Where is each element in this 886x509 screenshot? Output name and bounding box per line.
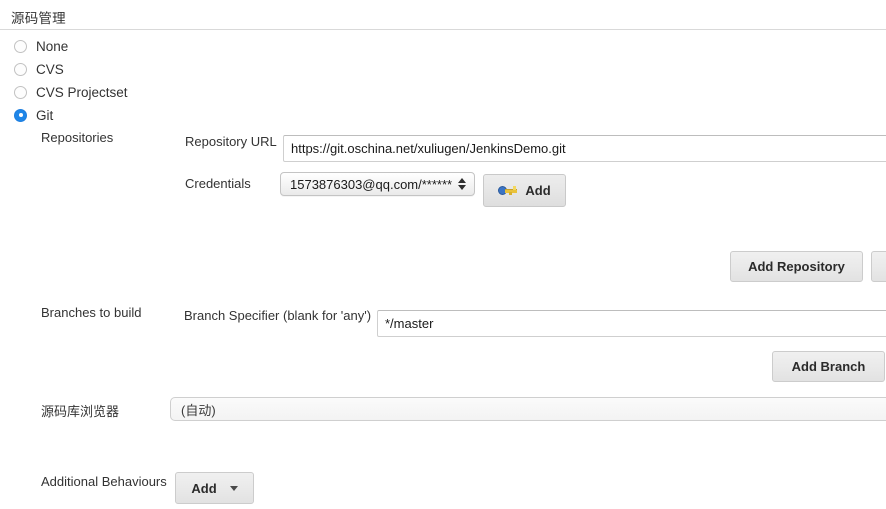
scm-option-cvs[interactable]: CVS (14, 59, 64, 79)
radio-cvs[interactable] (14, 62, 27, 76)
stepper-icon[interactable] (453, 173, 474, 195)
secondary-repository-button[interactable] (871, 251, 886, 282)
branch-specifier-input[interactable] (377, 310, 886, 337)
scm-option-cvs-projectset[interactable]: CVS Projectset (14, 82, 128, 102)
add-credentials-button[interactable]: Add (483, 174, 566, 207)
key-icon (498, 185, 518, 197)
repository-url-input[interactable] (283, 135, 886, 162)
add-repository-button[interactable]: Add Repository (730, 251, 863, 282)
credentials-select-value: 1573876303@qq.com/****** (290, 176, 453, 192)
scm-option-cvs-label: CVS (36, 61, 64, 77)
additional-behaviours-add-button[interactable]: Add (175, 472, 254, 504)
branch-specifier-label: Branch Specifier (blank for 'any') (184, 308, 372, 323)
add-credentials-button-label: Add (525, 183, 551, 198)
radio-cvs-projectset[interactable] (14, 85, 27, 99)
additional-behaviours-add-label: Add (191, 480, 217, 496)
credentials-select[interactable]: 1573876303@qq.com/****** (280, 172, 475, 196)
scm-option-cvs-projectset-label: CVS Projectset (36, 84, 128, 100)
repositories-label: Repositories (41, 130, 114, 145)
scm-option-git-label: Git (36, 107, 54, 123)
page-title: 源码管理 (11, 11, 66, 26)
scm-option-none-label: None (36, 38, 69, 54)
add-branch-button-label: Add Branch (791, 359, 866, 374)
repository-browser-value: (自动) (181, 402, 216, 418)
credentials-label: Credentials (185, 176, 251, 191)
scm-option-git[interactable]: Git (14, 105, 53, 125)
scm-configuration-page: 源码管理 None CVS CVS Projectset Git Reposit… (0, 0, 886, 509)
add-branch-button[interactable]: Add Branch (772, 351, 885, 382)
additional-behaviours-label: Additional Behaviours (41, 474, 167, 489)
repository-browser-select[interactable]: (自动) (170, 397, 886, 421)
chevron-down-icon (229, 485, 238, 491)
add-repository-button-label: Add Repository (748, 259, 845, 274)
radio-git[interactable] (14, 108, 27, 122)
branches-to-build-label: Branches to build (41, 305, 142, 320)
radio-none[interactable] (14, 39, 27, 53)
repository-url-label: Repository URL (185, 134, 277, 149)
scm-option-none[interactable]: None (14, 36, 68, 56)
repository-browser-label: 源码库浏览器 (41, 404, 120, 419)
title-divider (0, 29, 886, 30)
